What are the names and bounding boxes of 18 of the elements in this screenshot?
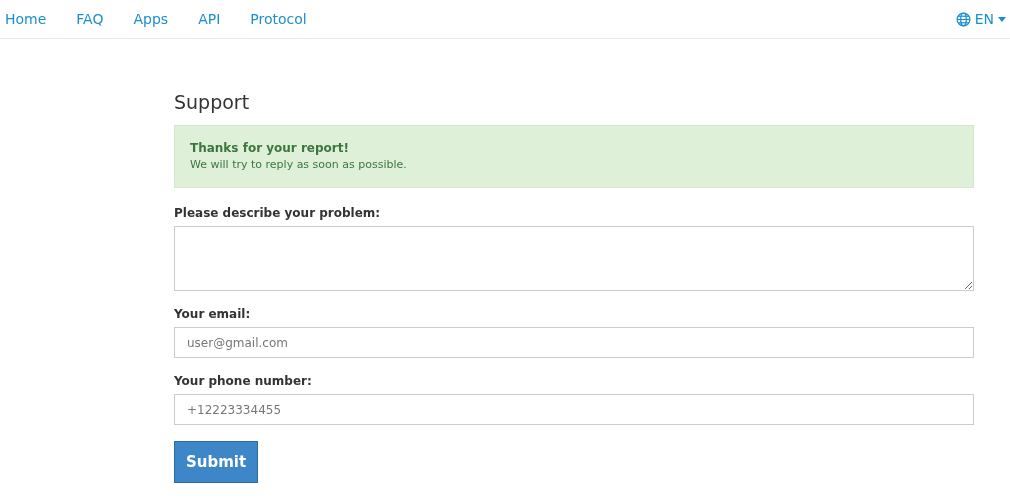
- nav-link[interactable]: API: [198, 12, 221, 26]
- caret-icon: [998, 16, 1006, 22]
- alert-message: We will try to reply as soon as possible.: [190, 158, 408, 171]
- nav-link[interactable]: Apps: [133, 12, 169, 26]
- input-field[interactable]: user@gmail.com: [174, 327, 974, 358]
- problem-textarea[interactable]: [174, 226, 974, 291]
- submit-button[interactable]: Submit: [174, 441, 258, 483]
- field-label: Please describe your problem:: [174, 206, 382, 220]
- alert-title: Thanks for your report!: [190, 141, 350, 155]
- page-title: Support: [174, 91, 251, 113]
- nav-link[interactable]: FAQ: [76, 12, 104, 26]
- field-label: Your phone number:: [174, 374, 313, 388]
- input-field[interactable]: +12223334455: [174, 394, 974, 425]
- field-label: Your email:: [174, 307, 252, 321]
- nav-link[interactable]: Protocol: [250, 12, 307, 26]
- language-menu[interactable]: EN: [955, 11, 1006, 27]
- globe-icon: [955, 11, 971, 27]
- nav-link[interactable]: Home: [5, 12, 47, 26]
